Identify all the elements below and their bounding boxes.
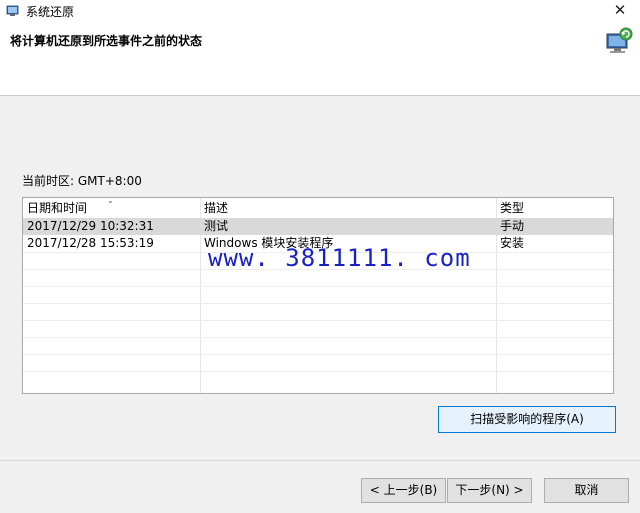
page-title: 将计算机还原到所选事件之前的状态: [10, 34, 203, 48]
cell-date: 2017/12/29 10:32:31: [27, 219, 154, 233]
cancel-button[interactable]: 取消: [544, 478, 629, 503]
grid-line: [23, 371, 613, 372]
column-header-type-label: 类型: [500, 201, 525, 215]
close-button[interactable]: ✕: [600, 0, 640, 22]
column-header-date[interactable]: 日期和时间: [27, 198, 87, 218]
column-header-description[interactable]: 描述: [204, 198, 228, 218]
grid-line: [23, 337, 613, 338]
column-header-description-label: 描述: [204, 201, 229, 215]
grid-line: [23, 320, 613, 321]
timezone-label: 当前时区: GMT+8:00: [22, 174, 142, 188]
grid-line: [23, 286, 613, 287]
table-row[interactable]: 2017/12/29 10:32:31 测试 手动: [23, 218, 613, 235]
restore-point-list[interactable]: 日期和时间 ⌄ 描述 类型 2017/12/29 10:32:31 测试 手动 …: [22, 197, 614, 394]
column-header-date-label: 日期和时间: [27, 201, 88, 215]
grid-line: [23, 303, 613, 304]
back-button[interactable]: < 上一步(B): [361, 478, 446, 503]
column-header-type[interactable]: 类型: [500, 198, 524, 218]
cell-description: 测试: [204, 219, 229, 233]
title-bar: 系统还原 ✕: [0, 0, 640, 22]
grid-line: [23, 354, 613, 355]
next-button[interactable]: 下一步(N) >: [447, 478, 532, 503]
close-icon: ✕: [613, 1, 627, 19]
system-restore-icon: [606, 27, 633, 53]
window-title: 系统还原: [26, 5, 75, 19]
cell-type: 安装: [500, 236, 525, 250]
scan-affected-programs-button[interactable]: 扫描受影响的程序(A): [438, 406, 616, 433]
sort-chevron-icon: ⌄: [107, 197, 114, 205]
footer-divider: [0, 460, 640, 461]
watermark-text: www. 3811111. com: [208, 244, 471, 272]
cell-date: 2017/12/28 15:53:19: [27, 236, 154, 250]
system-restore-app-icon: [6, 5, 19, 16]
wizard-header: 将计算机还原到所选事件之前的状态: [0, 22, 640, 96]
cell-type: 手动: [500, 219, 525, 233]
